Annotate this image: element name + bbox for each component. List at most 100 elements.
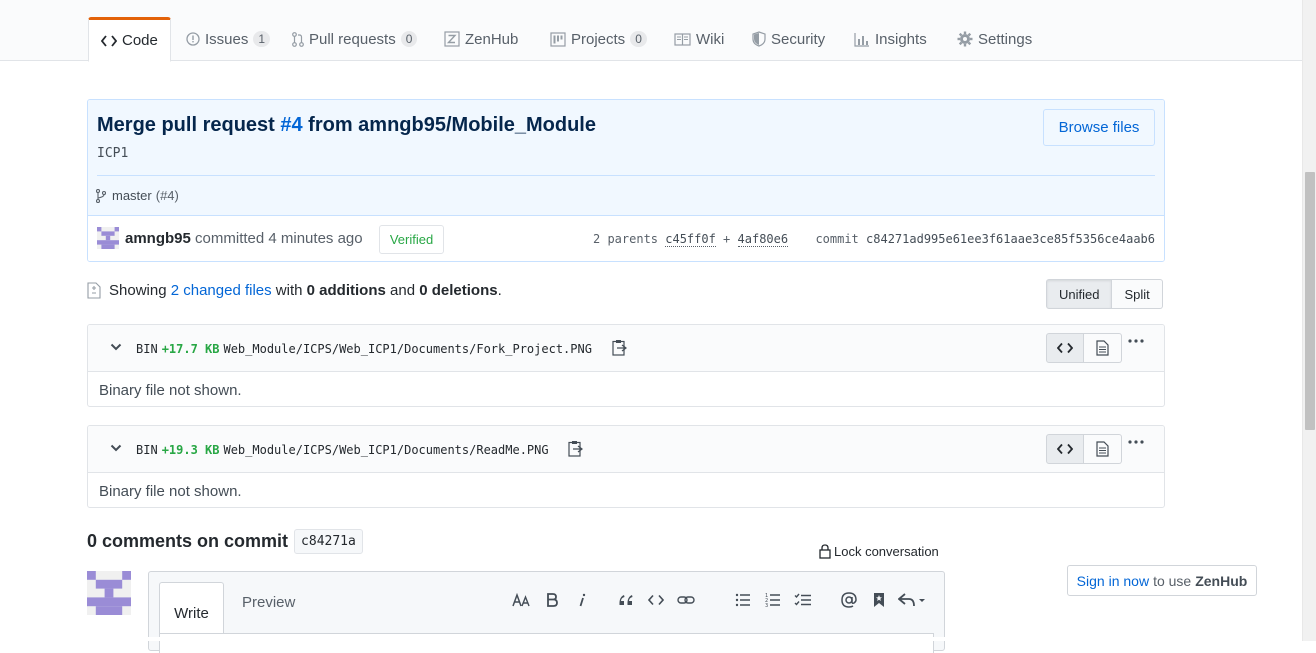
task-list-icon[interactable]	[792, 590, 814, 610]
tab-wiki[interactable]: Wiki	[662, 17, 736, 61]
tab-issues[interactable]: Issues 1	[174, 17, 282, 61]
commit-header: Merge pull request #4 from amngb95/Mobil…	[88, 100, 1164, 215]
branch-info: master (#4)	[96, 188, 179, 203]
deletions-count: 0 deletions	[419, 282, 498, 299]
scrollbar-thumb[interactable]	[1305, 172, 1315, 430]
markdown-toolbar	[511, 590, 601, 610]
tab-label: Code	[122, 32, 158, 49]
source-view-button[interactable]	[1046, 333, 1084, 363]
mention-icon[interactable]	[838, 590, 860, 610]
preview-tab[interactable]: Preview	[242, 594, 295, 611]
tab-settings[interactable]: Settings	[945, 17, 1044, 61]
lock-icon	[819, 544, 831, 559]
write-tab[interactable]: Write	[159, 582, 224, 634]
parents-label: 2 parents	[593, 232, 666, 246]
file-path[interactable]: Web_Module/ICPS/Web_ICP1/Documents/Fork_…	[223, 342, 591, 356]
reply-dropdown-icon[interactable]	[898, 590, 928, 610]
tab-label: Insights	[875, 30, 927, 48]
commit-title: Merge pull request #4 from amngb95/Mobil…	[97, 114, 596, 137]
chevron-down-icon[interactable]	[110, 443, 122, 453]
kebab-horizontal-icon[interactable]	[1128, 339, 1144, 343]
code-icon[interactable]	[645, 590, 667, 610]
parent-sha-1[interactable]: c45ff0f	[665, 232, 716, 247]
tab-label: Pull requests	[309, 30, 396, 48]
repo-nav: Code Issues 1 Pull requests 0 ZenHub Pro…	[0, 0, 1302, 62]
parent-sha-2[interactable]: 4af80e6	[737, 232, 789, 247]
changed-files-link[interactable]: 2 changed files	[171, 282, 272, 299]
zenhub-icon	[444, 31, 460, 47]
committed-time: committed 4 minutes ago	[190, 230, 363, 247]
issues-counter: 1	[253, 31, 271, 47]
book-icon	[674, 32, 691, 46]
text-size-icon[interactable]	[511, 590, 533, 610]
pull-request-icon	[292, 31, 304, 47]
lock-label: Lock conversation	[834, 544, 939, 559]
commit-sha-value: c84271ad995e61ee3f61aae3ce85f5356ce4aab6	[866, 232, 1155, 246]
comment-textarea[interactable]	[159, 633, 934, 653]
bold-icon[interactable]	[541, 590, 563, 610]
chevron-down-icon[interactable]	[110, 342, 122, 352]
clipboard-icon[interactable]	[612, 339, 627, 356]
file-view-buttons	[1046, 434, 1122, 464]
file-icon	[1096, 340, 1109, 356]
file-path[interactable]: Web_Module/ICPS/Web_ICP1/Documents/ReadM…	[223, 443, 548, 457]
bookmark-icon[interactable]	[868, 590, 890, 610]
tab-zenhub[interactable]: ZenHub	[432, 17, 530, 61]
rich-view-button[interactable]	[1084, 333, 1122, 363]
pr-link[interactable]: #4	[280, 114, 302, 136]
issue-icon	[186, 32, 200, 46]
lock-conversation-button[interactable]: Lock conversation	[819, 544, 939, 559]
commit-title-prefix: Merge pull request	[97, 114, 281, 136]
file-type: BIN	[136, 342, 158, 356]
author-avatar[interactable]	[97, 227, 119, 249]
tab-pull-requests[interactable]: Pull requests 0	[280, 17, 429, 61]
commit-box: Merge pull request #4 from amngb95/Mobil…	[87, 99, 1165, 262]
file-body-text: Binary file not shown.	[99, 483, 242, 500]
commit-parents: 2 parents c45ff0f + 4af80e6	[593, 232, 789, 247]
page-scrollbar[interactable]	[1302, 0, 1316, 641]
svg-text:3: 3	[765, 603, 768, 608]
file-size: +17.7 KB	[161, 342, 220, 356]
italic-icon[interactable]	[571, 590, 593, 610]
divider	[97, 175, 1155, 176]
user-avatar[interactable]	[87, 571, 131, 615]
branch-name[interactable]: master	[112, 188, 152, 203]
code-icon	[1057, 443, 1073, 455]
source-view-button[interactable]	[1046, 434, 1084, 464]
tab-security[interactable]: Security	[740, 17, 837, 61]
tab-code[interactable]: Code	[88, 17, 171, 62]
unified-button[interactable]: Unified	[1046, 279, 1113, 309]
split-button[interactable]: Split	[1112, 279, 1163, 309]
branch-pr[interactable]: (#4)	[156, 188, 179, 203]
diff-summary: Showing 2 changed files with 0 additions…	[87, 282, 502, 299]
branch-icon	[96, 188, 106, 203]
tab-label: Wiki	[696, 30, 725, 48]
diff-view-toggle: Unified Split	[1046, 279, 1163, 309]
browse-files-button[interactable]: Browse files	[1043, 109, 1155, 146]
summary-showing: Showing	[109, 282, 167, 299]
tab-projects[interactable]: Projects 0	[538, 17, 659, 61]
commit-sha-label: commit	[815, 232, 867, 246]
verified-badge[interactable]: Verified	[379, 225, 444, 254]
zenhub-signin-link[interactable]: Sign in now	[1077, 573, 1149, 589]
link-icon[interactable]	[675, 590, 697, 610]
tab-label: Settings	[978, 30, 1033, 48]
summary-period: .	[497, 282, 502, 299]
comments-title: 0 comments on commit	[87, 531, 289, 551]
markdown-toolbar-insert	[615, 590, 705, 610]
file-diff-icon	[87, 282, 101, 299]
tab-insights[interactable]: Insights	[842, 17, 939, 61]
ordered-list-icon[interactable]: 123	[762, 590, 784, 610]
rich-view-button[interactable]	[1084, 434, 1122, 464]
quote-icon[interactable]	[615, 590, 637, 610]
summary-and: and	[390, 282, 416, 299]
clipboard-icon[interactable]	[568, 440, 583, 457]
markdown-toolbar-lists: 123	[732, 590, 822, 610]
commit-description: ICP1	[97, 146, 129, 161]
zenhub-brand: ZenHub	[1195, 572, 1248, 589]
unordered-list-icon[interactable]	[732, 590, 754, 610]
kebab-horizontal-icon[interactable]	[1128, 440, 1144, 444]
additions-count: 0 additions	[306, 282, 386, 299]
code-icon	[101, 34, 117, 47]
author-name[interactable]: amngb95	[125, 230, 191, 247]
